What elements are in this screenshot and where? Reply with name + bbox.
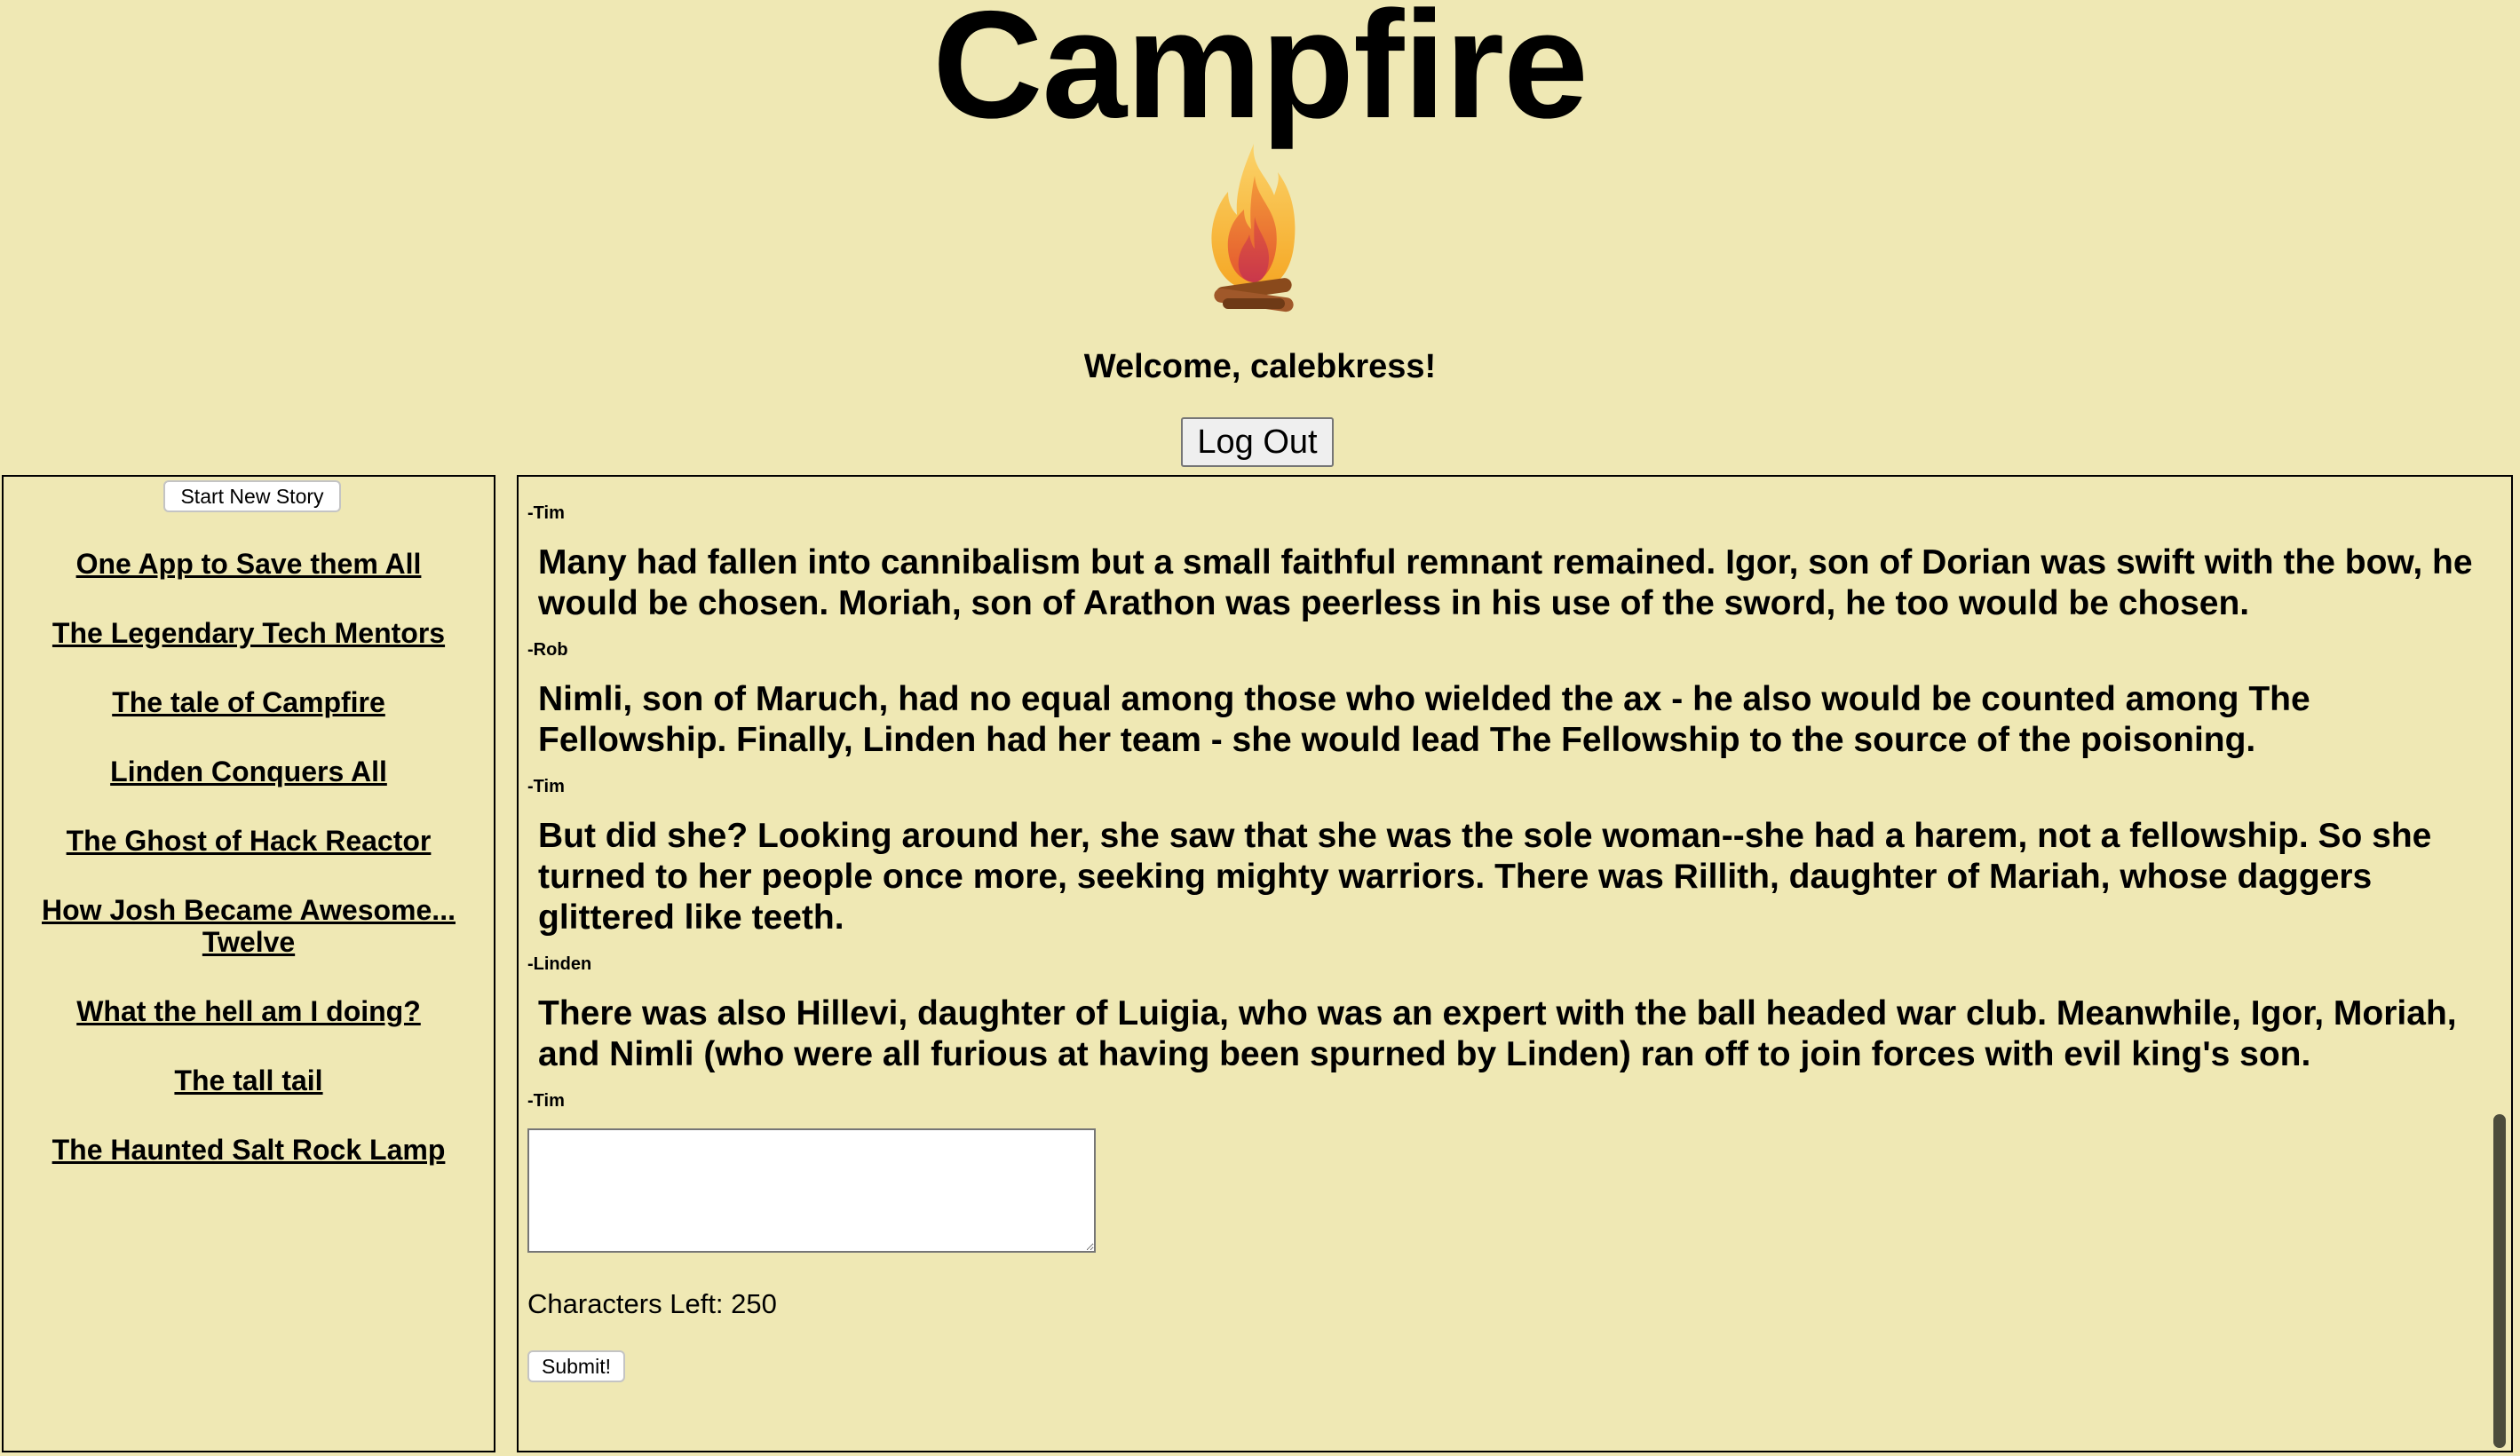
start-new-story-button[interactable]: Start New Story	[163, 480, 341, 512]
entry-author: -Tim	[527, 503, 565, 523]
scrollbar[interactable]	[2488, 477, 2509, 1451]
campfire-icon	[1211, 144, 1296, 313]
entry-text: There was also Hillevi, daughter of Luig…	[538, 994, 2457, 1073]
story-link[interactable]: The Haunted Salt Rock Lamp	[4, 1134, 494, 1166]
scrollbar-thumb[interactable]	[2493, 1114, 2506, 1448]
clipped-text-line	[519, 475, 2472, 480]
entry-text: Many had fallen into cannibalism but a s…	[538, 543, 2473, 622]
welcome-message: Welcome, calebkress!	[1083, 348, 1437, 385]
story-panel[interactable]: -Tim Many had fallen into cannibalism bu…	[517, 475, 2513, 1452]
story-link[interactable]: The tall tail	[4, 1064, 494, 1096]
entry-author: -Linden	[527, 954, 592, 974]
entry-author: -Rob	[527, 640, 568, 660]
logout-button[interactable]: Log Out	[1181, 417, 1334, 467]
story-entries: -Tim Many had fallen into cannibalism bu…	[527, 503, 2490, 1382]
story-link[interactable]: The Ghost of Hack Reactor	[4, 825, 494, 857]
characters-left-counter: Characters Left: 250	[527, 1288, 777, 1319]
submit-button[interactable]: Submit!	[527, 1350, 625, 1382]
entry-author: -Tim	[527, 777, 565, 796]
app-title: Campfire	[932, 0, 1589, 150]
story-list: One App to Save them All The Legendary T…	[4, 548, 494, 1203]
story-link[interactable]: Linden Conquers All	[4, 756, 494, 787]
entry-text: Nimli, son of Maruch, had no equal among…	[538, 680, 2310, 759]
story-link[interactable]: One App to Save them All	[4, 548, 494, 580]
entry-text: But did she? Looking around her, she saw…	[538, 817, 2432, 937]
story-link[interactable]: What the hell am I doing?	[4, 995, 494, 1027]
story-link[interactable]: How Josh Became Awesome... Twelve	[4, 894, 494, 958]
story-link[interactable]: The tale of Campfire	[4, 686, 494, 718]
story-link[interactable]: The Legendary Tech Mentors	[4, 617, 494, 649]
story-input[interactable]	[527, 1128, 1096, 1253]
entry-author: -Tim	[527, 1091, 565, 1111]
story-sidebar: Start New Story One App to Save them All…	[2, 475, 495, 1452]
header: Campfire Welcome, calebkress! Log Out	[0, 0, 2520, 474]
